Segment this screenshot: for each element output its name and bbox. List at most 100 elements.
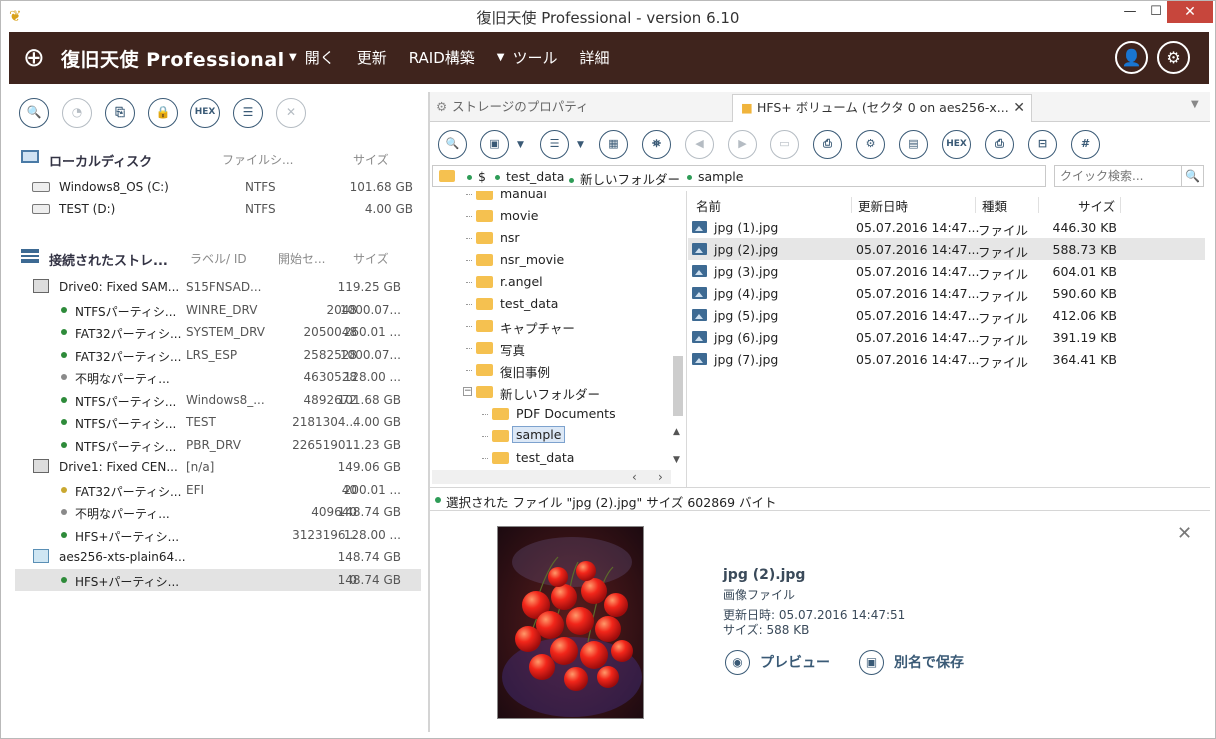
tab-list-caret-icon[interactable]: ▼ [1191, 99, 1199, 110]
file-search-icon[interactable]: ⎙ [813, 130, 842, 159]
folder-icon [492, 452, 509, 464]
breadcrumb-item[interactable]: $ [467, 169, 486, 184]
view-dropdown-caret-icon[interactable]: ▼ [577, 140, 584, 150]
scroll-right-icon[interactable]: › [658, 470, 663, 484]
document-icon[interactable]: ▤ [899, 130, 928, 159]
search-tool-icon[interactable]: 🔍 [19, 98, 49, 128]
scroll-thumb[interactable] [673, 356, 683, 416]
forward-icon[interactable]: ▶ [728, 130, 757, 159]
preview-file-type: 画像ファイル [723, 588, 796, 602]
hash-icon[interactable]: # [1071, 130, 1100, 159]
scan-disk-icon[interactable]: ◔ [62, 98, 92, 128]
drive-row[interactable]: aes256-xts-plain64... 148.74 GB [15, 546, 421, 568]
file-row[interactable]: jpg (2).jpg 05.07.2016 14:47... ファイル 588.73… [688, 238, 1205, 260]
column-date[interactable]: 更新日時 [858, 196, 908, 215]
partition-row[interactable]: NTFSパーティシ... PBR_DRV 2265190... 11.23 GB [15, 434, 421, 456]
hex-view-icon[interactable]: HEX [942, 130, 971, 159]
close-preview-icon[interactable]: ✕ [1177, 523, 1192, 544]
save-as-button[interactable]: ▣ 別名で保存 [859, 649, 964, 675]
settings-gear-icon[interactable]: ⚙ [1157, 41, 1190, 74]
back-icon[interactable]: ◀ [685, 130, 714, 159]
file-row[interactable]: jpg (7).jpg 05.07.2016 14:47... ファイル 364.41… [688, 348, 1205, 370]
partition-row[interactable]: NTFSパーティシ... Windows8_... 4892672 101.68 GB [15, 389, 421, 411]
binoculars-icon[interactable]: ⛯ [642, 130, 671, 159]
partition-row[interactable]: FAT32パーティシ... LRS_ESP 2582528 1000.07... [15, 344, 421, 366]
image-thumbnail [497, 526, 644, 719]
folder-icon [492, 408, 509, 420]
partition-row[interactable]: NTFSパーティシ... WINRE_DRV 2048 1000.07... [15, 299, 421, 321]
collapse-icon[interactable]: − [463, 387, 472, 396]
partition-status-dot [61, 396, 67, 403]
hex-icon[interactable]: HEX [190, 98, 220, 128]
panel-splitter[interactable] [428, 92, 430, 732]
tree-horizontal-scrollbar[interactable]: ‹ › [432, 470, 671, 484]
print-icon[interactable]: ⎙ [985, 130, 1014, 159]
tab-hfs-volume[interactable]: ■ HFS+ ボリューム (セクタ 0 on aes256-x... ✕ [732, 94, 1032, 122]
close-tab-icon[interactable]: ✕ [1013, 95, 1025, 121]
hard-disk-icon [32, 182, 50, 192]
menu-item[interactable]: 更新 [357, 47, 387, 68]
lock-icon[interactable]: 🔒 [148, 98, 178, 128]
breadcrumb: $ test_data 新しいフォルダー sample [432, 165, 1046, 187]
file-settings-icon[interactable]: ⚙ [856, 130, 885, 159]
drive-row[interactable]: Drive0: Fixed SAM... S15FNSAD... 119.25 GB [15, 276, 421, 298]
tree-list-divider[interactable] [686, 191, 687, 487]
folder-icon [492, 430, 509, 442]
main-menu: ▼ 開く 更新 RAID構築 ▼ ツール 詳細 [289, 47, 632, 68]
local-disk-row[interactable]: Windows8_OS (C:) NTFS 101.68 GB [15, 176, 421, 198]
folder-tree-icon[interactable]: ⊟ [1028, 130, 1057, 159]
local-disk-row[interactable]: TEST (D:) NTFS 4.00 GB [15, 198, 421, 220]
image-disk-icon[interactable]: ⎘ [105, 98, 135, 128]
preview-button[interactable]: ◉ プレビュー [725, 649, 830, 675]
search-icon[interactable]: 🔍 [1181, 166, 1203, 186]
breadcrumb-item[interactable]: sample [687, 169, 743, 184]
scroll-down-icon[interactable]: ▼ [673, 455, 680, 465]
tree-vertical-scrollbar[interactable]: ▲ ▼ [671, 191, 685, 471]
breadcrumb-item[interactable]: 新しいフォルダー [569, 169, 680, 188]
partition-row[interactable]: HFS+パーティシ... 0 148.74 GB [15, 568, 421, 591]
partition-row[interactable]: NTFSパーティシ... TEST 2181304... 4.00 GB [15, 411, 421, 433]
menu-item[interactable]: RAID構築 [409, 47, 475, 68]
eye-icon: ◉ [725, 649, 750, 675]
partition-row[interactable]: FAT32パーティシ... EFI 40 200.01 ... [15, 479, 421, 501]
cherries-image [498, 527, 643, 718]
save-icon[interactable]: ▣ [480, 130, 509, 159]
tab-storage-properties[interactable]: ⚙ ストレージのプロパティ [436, 94, 589, 122]
close-window-button[interactable]: ✕ [1167, 1, 1213, 23]
menu-item[interactable]: ▼ ツール [497, 47, 558, 68]
partition-status-dot [61, 486, 67, 493]
file-list-header: 名前 更新日時 種類 サイズ [688, 194, 1208, 214]
file-row[interactable]: jpg (5).jpg 05.07.2016 14:47... ファイル 412.06… [688, 304, 1205, 326]
drive-row[interactable]: Drive1: Fixed CEN... [n/a] 149.06 GB [15, 456, 421, 478]
grid-view-icon[interactable]: ▦ [599, 130, 628, 159]
file-row[interactable]: jpg (4).jpg 05.07.2016 14:47... ファイル 590.60… [688, 282, 1205, 304]
find-icon[interactable]: 🔍 [438, 130, 467, 159]
partition-row[interactable]: FAT32パーティシ... SYSTEM_DRV 2050048 260.01 ... [15, 321, 421, 343]
menu-item[interactable]: ▼ 開く [289, 47, 335, 68]
image-file-icon [692, 287, 707, 299]
image-file-icon [692, 243, 707, 255]
close-disk-icon[interactable]: ✕ [276, 98, 306, 128]
column-type[interactable]: 種類 [982, 196, 1007, 215]
partition-status-dot [61, 306, 67, 313]
column-name[interactable]: 名前 [696, 196, 721, 215]
file-row[interactable]: jpg (1).jpg 05.07.2016 14:47... ファイル 446.30… [688, 216, 1205, 238]
scroll-left-icon[interactable]: ‹ [632, 470, 637, 484]
display-icon[interactable]: ▭ [770, 130, 799, 159]
partition-row[interactable]: HFS+パーティシ... 3123196... 128.00 ... [15, 524, 421, 546]
storage-stack-icon [21, 249, 39, 263]
save-dropdown-caret-icon[interactable]: ▼ [517, 140, 524, 150]
column-size[interactable]: サイズ [1078, 196, 1115, 215]
list-icon[interactable]: ☰ [233, 98, 263, 128]
user-icon[interactable]: 👤 [1115, 41, 1148, 74]
partition-row[interactable]: 不明なパーティ... 409640 148.74 GB [15, 501, 421, 523]
partition-row[interactable]: 不明なパーティ... 4630528 128.00 ... [15, 366, 421, 388]
folder-icon [476, 364, 493, 376]
file-row[interactable]: jpg (6).jpg 05.07.2016 14:47... ファイル 391.19… [688, 326, 1205, 348]
menu-item[interactable]: 詳細 [580, 47, 610, 68]
search-input[interactable] [1055, 166, 1175, 186]
scroll-up-icon[interactable]: ▲ [673, 427, 680, 437]
view-list-icon[interactable]: ☰ [540, 130, 569, 159]
file-row[interactable]: jpg (3).jpg 05.07.2016 14:47... ファイル 604.01… [688, 260, 1205, 282]
breadcrumb-item[interactable]: test_data [495, 169, 564, 184]
